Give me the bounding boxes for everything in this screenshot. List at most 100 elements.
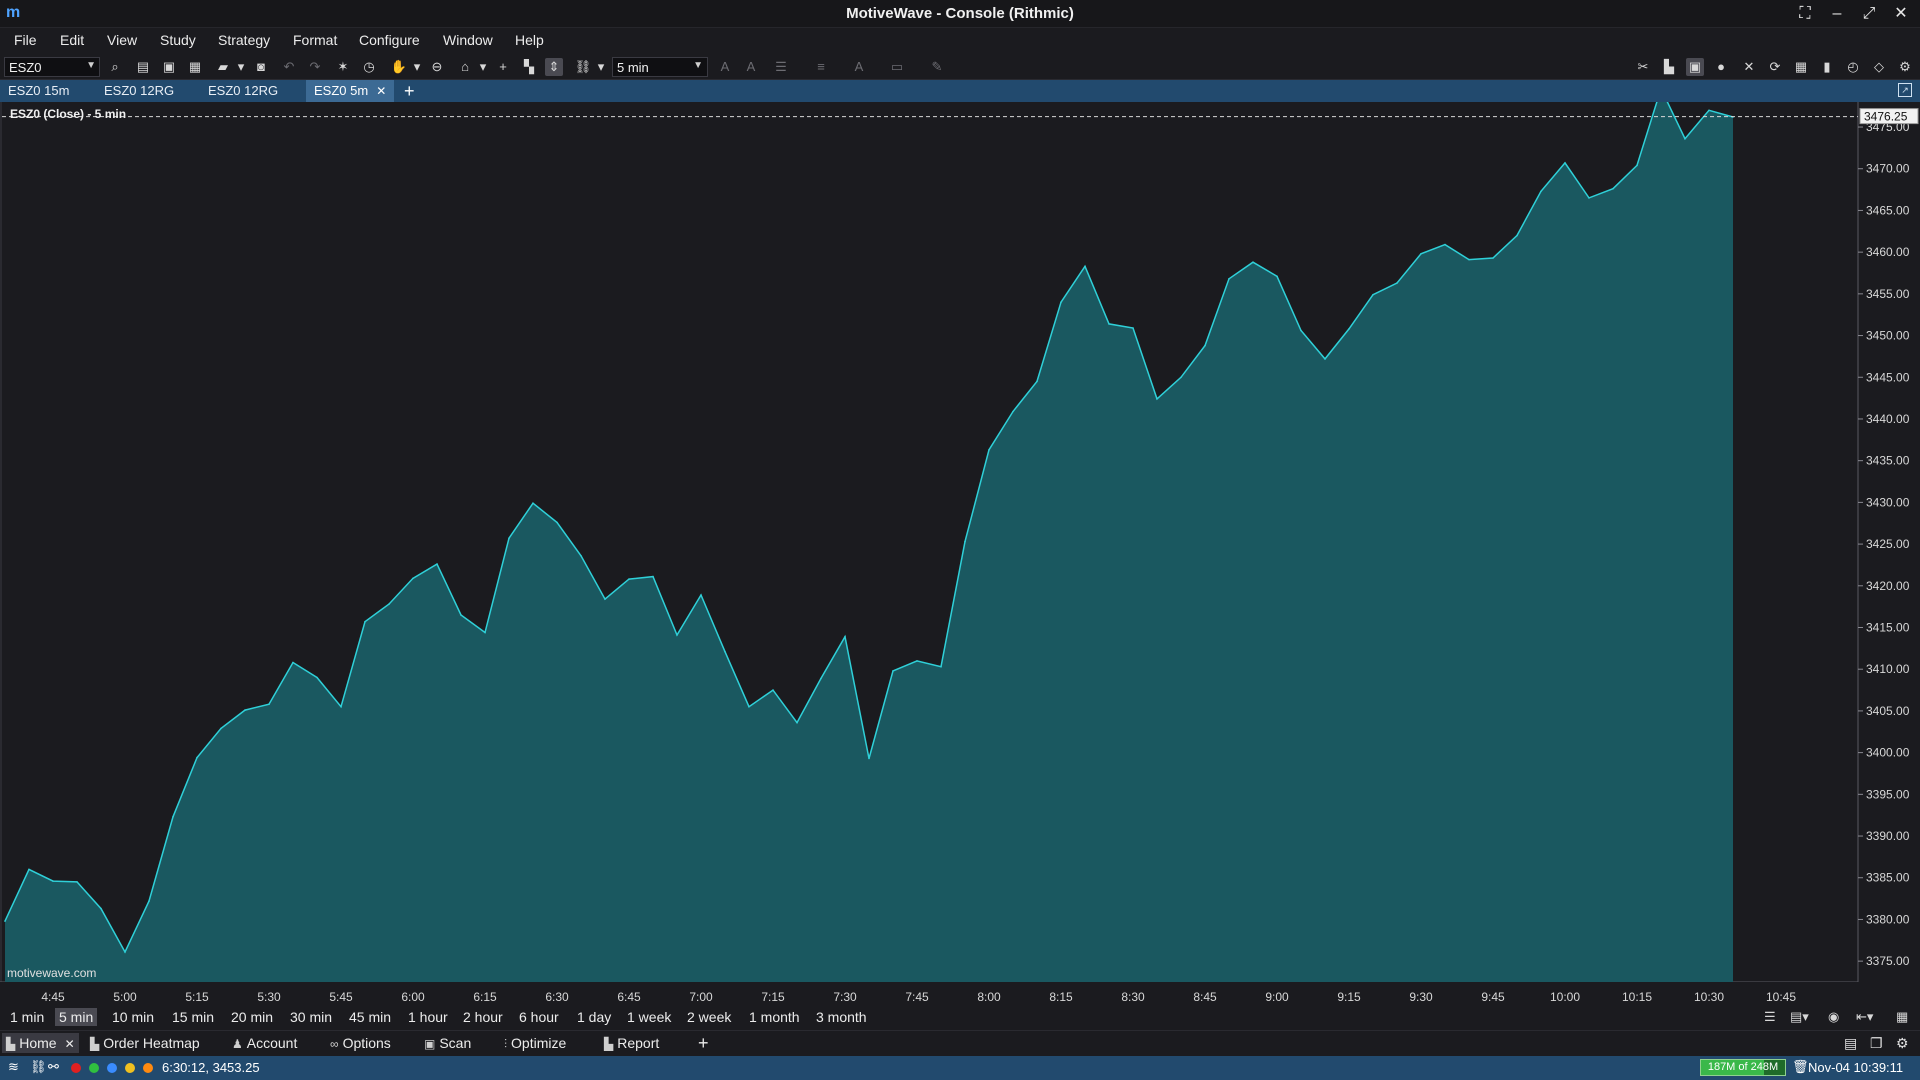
gear-icon[interactable]: ⚙ — [1896, 58, 1914, 76]
cross-tools-icon[interactable]: ✕ — [1740, 58, 1758, 76]
data-point — [1564, 162, 1566, 164]
gear-icon[interactable]: ⚙ — [1896, 1035, 1909, 1052]
menu-file[interactable]: File — [14, 32, 37, 48]
trash-icon[interactable]: 🗑 — [1792, 1059, 1809, 1075]
menu-edit[interactable]: Edit — [60, 32, 84, 48]
tab-esz0-15m[interactable]: ESZ0 15m — [0, 80, 77, 102]
text-color-icon[interactable]: A — [850, 58, 868, 76]
menu-help[interactable]: Help — [515, 32, 544, 48]
tab-optimize[interactable]: ⫶ Optimize — [500, 1033, 570, 1053]
table-icon[interactable]: ▦ — [1792, 58, 1810, 76]
refresh-icon[interactable]: ⟳ — [1766, 58, 1784, 76]
tab-order-heatmap[interactable]: ▙ Order Heatmap — [86, 1033, 204, 1053]
tab-account[interactable]: ♟ Account — [228, 1033, 301, 1053]
period-1-hour[interactable]: 1 hour — [404, 1008, 452, 1026]
save-icon[interactable]: ▣ — [160, 58, 178, 76]
chevron-down-icon[interactable]: ▾ — [232, 58, 250, 76]
period-2-hour[interactable]: 2 hour — [459, 1008, 507, 1026]
eye-icon[interactable]: ◉ — [1828, 1009, 1839, 1025]
layout-icon[interactable]: ▤ — [1844, 1035, 1857, 1052]
tab-scan[interactable]: ▣ Scan — [420, 1033, 475, 1053]
period-45-min[interactable]: 45 min — [345, 1008, 395, 1026]
period-1-week[interactable]: 1 week — [623, 1008, 675, 1026]
menu-format[interactable]: Format — [293, 32, 337, 48]
period-10-min[interactable]: 10 min — [108, 1008, 158, 1026]
magic-wand-icon[interactable]: ✶ — [334, 58, 352, 76]
font-increase-icon[interactable]: A — [716, 58, 734, 76]
chart-settings-icon[interactable]: ▤▾ — [1790, 1009, 1809, 1025]
calendar-icon[interactable]: ▦ — [1896, 1009, 1908, 1025]
book-icon[interactable]: ▮ — [1818, 58, 1836, 76]
memory-indicator[interactable]: 187M of 248M — [1700, 1059, 1786, 1076]
eraser-icon[interactable]: ⌂ — [456, 58, 474, 76]
chart-panel[interactable]: 3375.00 3380.00 3385.00 3390.00 3395.00 3400.… — [0, 102, 1920, 1007]
copy-icon[interactable]: ❐ — [1870, 1035, 1883, 1052]
tag-icon[interactable]: ◇ — [1870, 58, 1888, 76]
range-icon[interactable]: ⇤▾ — [1856, 1009, 1873, 1025]
period-1-min[interactable]: 1 min — [6, 1008, 48, 1026]
menu-view[interactable]: View — [107, 32, 137, 48]
close-icon[interactable]: ✕ — [65, 1037, 75, 1051]
hand-icon[interactable]: ✋ — [390, 58, 408, 76]
camera-icon[interactable]: ◙ — [252, 58, 270, 76]
chevron-down-icon[interactable]: ▾ — [408, 58, 426, 76]
add-tab-button[interactable]: + — [404, 80, 415, 102]
new-page-icon[interactable]: ▤ — [134, 58, 152, 76]
period-1-day[interactable]: 1 day — [573, 1008, 615, 1026]
auto-scale-icon[interactable]: ⇕ — [545, 58, 563, 76]
window-icon[interactable]: ▣ — [1686, 58, 1704, 76]
save-all-icon[interactable]: ▦ — [186, 58, 204, 76]
line-style-icon[interactable]: ☰ — [772, 58, 790, 76]
tab-esz0-12rg-2[interactable]: ESZ0 12RG — [200, 80, 286, 102]
chevron-down-icon[interactable]: ▾ — [474, 58, 492, 76]
menu-window[interactable]: Window — [443, 32, 493, 48]
tab-options[interactable]: ∞ Options — [326, 1033, 395, 1053]
tab-home[interactable]: ▙ Home ✕ — [2, 1033, 79, 1053]
popout-icon[interactable]: ↗ — [1898, 83, 1912, 97]
period-6-hour[interactable]: 6 hour — [515, 1008, 563, 1026]
crosshair-icon[interactable]: + — [494, 58, 512, 76]
menu-study[interactable]: Study — [160, 32, 196, 48]
undo-icon[interactable]: ↶ — [280, 58, 298, 76]
pen-color-icon[interactable]: ✎ — [928, 58, 946, 76]
chevron-down-icon[interactable]: ▼ — [86, 60, 96, 71]
clock-icon[interactable]: ◴ — [1844, 58, 1862, 76]
alarm-icon[interactable]: ◷ — [360, 58, 378, 76]
fullscreen-icon[interactable]: ⛶ — [1792, 3, 1818, 25]
symbol-input[interactable]: ESZ0 ▼ — [4, 57, 100, 77]
menu-strategy[interactable]: Strategy — [218, 32, 270, 48]
close-icon[interactable]: ✕ — [376, 84, 386, 98]
add-workspace-button[interactable]: + — [694, 1033, 713, 1053]
period-30-min[interactable]: 30 min — [286, 1008, 336, 1026]
period-15-min[interactable]: 15 min — [168, 1008, 218, 1026]
period-20-min[interactable]: 20 min — [227, 1008, 277, 1026]
period-2-week[interactable]: 2 week — [683, 1008, 735, 1026]
tab-esz0-12rg[interactable]: ESZ0 12RG — [96, 80, 182, 102]
chevron-down-icon[interactable]: ▾ — [592, 58, 610, 76]
redo-icon[interactable]: ↷ — [306, 58, 324, 76]
search-icon[interactable]: ⌕ — [106, 58, 124, 76]
menu-configure[interactable]: Configure — [359, 32, 420, 48]
period-5-min[interactable]: 5 min — [55, 1008, 98, 1026]
close-icon[interactable]: ✕ — [1888, 3, 1914, 25]
price-chart[interactable]: 3375.00 3380.00 3385.00 3390.00 3395.00 3400.… — [0, 102, 1920, 982]
maximize-icon[interactable]: ⤢ — [1856, 3, 1882, 25]
bar-chart-icon[interactable]: ▚ — [520, 58, 538, 76]
font-decrease-icon[interactable]: A — [742, 58, 760, 76]
tools-icon[interactable]: ✂ — [1634, 58, 1652, 76]
tab-esz0-5m[interactable]: ESZ0 5m ✕ — [306, 80, 395, 102]
chevron-down-icon[interactable]: ▼ — [693, 60, 703, 71]
fill-color-icon[interactable]: ▭ — [888, 58, 906, 76]
minimize-icon[interactable]: – — [1824, 3, 1850, 25]
chart-type-icon[interactable]: ▙ — [1660, 58, 1678, 76]
bar-size-select[interactable]: 5 min ▼ — [612, 57, 708, 77]
coins-icon[interactable]: ● — [1712, 58, 1730, 76]
tab-report[interactable]: ▙ Report — [600, 1033, 663, 1053]
link-icon[interactable]: ⛓ — [574, 58, 592, 76]
period-1-month[interactable]: 1 month — [745, 1008, 804, 1026]
zoom-out-icon[interactable]: ⊖ — [428, 58, 446, 76]
open-folder-icon[interactable]: ▰ — [214, 58, 232, 76]
line-width-icon[interactable]: ≡ — [812, 58, 830, 76]
list-icon[interactable]: ☰ — [1764, 1009, 1776, 1025]
period-3-month[interactable]: 3 month — [812, 1008, 871, 1026]
